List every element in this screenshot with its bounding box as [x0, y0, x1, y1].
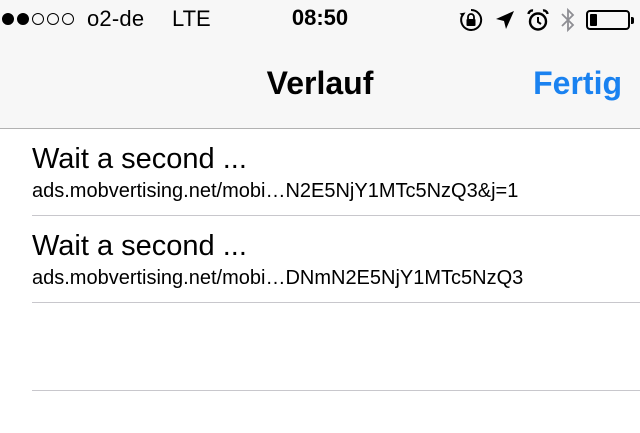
done-button[interactable]: Fertig	[533, 65, 622, 102]
empty-list-row	[32, 303, 640, 391]
alarm-icon	[527, 9, 549, 31]
status-bar: o2-de LTE 08:50	[0, 0, 640, 40]
history-item-url: ads.mobvertising.net/mobi…N2E5NjY1MTc5Nz…	[32, 180, 519, 202]
history-item-title: Wait a second ...	[32, 143, 247, 175]
battery-level	[590, 14, 597, 26]
status-icons	[458, 6, 634, 34]
location-arrow-icon	[496, 11, 514, 29]
navigation-bar: Verlauf Fertig	[0, 40, 640, 128]
history-item[interactable]: Wait a second ... ads.mobvertising.net/m…	[32, 216, 640, 303]
history-item[interactable]: Wait a second ... ads.mobvertising.net/m…	[32, 129, 640, 216]
battery-nub	[631, 17, 634, 24]
battery-icon	[586, 10, 634, 30]
history-item-title: Wait a second ...	[32, 230, 247, 262]
top-bar: o2-de LTE 08:50 Verlauf Fertig	[0, 0, 640, 129]
history-screen: o2-de LTE 08:50 Verlauf Fertig Wait a se…	[0, 0, 640, 433]
orientation-lock-icon	[459, 8, 483, 31]
history-list: Wait a second ... ads.mobvertising.net/m…	[0, 129, 640, 391]
bluetooth-icon	[561, 7, 575, 33]
history-item-url: ads.mobvertising.net/mobi…DNmN2E5NjY1MTc…	[32, 267, 524, 289]
